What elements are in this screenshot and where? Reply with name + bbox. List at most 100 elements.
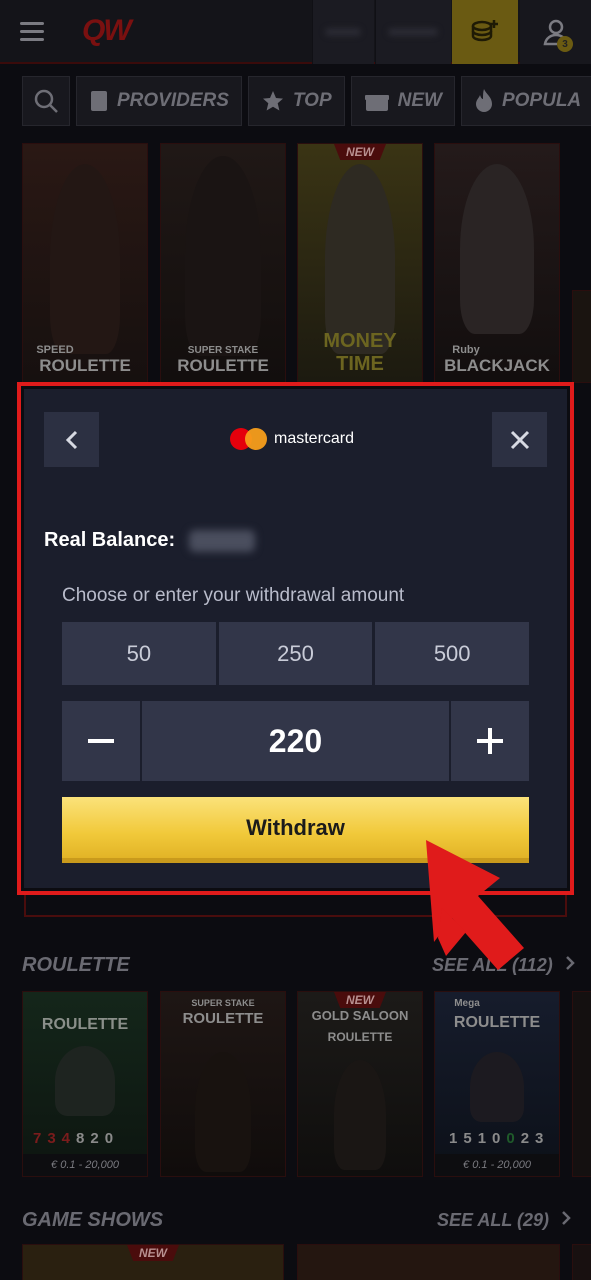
new-tag: NEW — [334, 144, 386, 160]
tab-label: PROVIDERS — [117, 90, 229, 111]
balance-amount-blurred — [375, 0, 451, 64]
tile-title: ROULETTE — [41, 1016, 129, 1033]
game-title: ROULETTE — [177, 356, 269, 375]
coins-icon — [471, 20, 498, 42]
bet-range: € 0.1 - 20,000 — [23, 1154, 147, 1176]
bet-range: € 0.1 - 20,000 — [435, 1154, 559, 1176]
balance-label: Real Balance: — [44, 529, 176, 551]
top-bar: QW 3 — [0, 0, 591, 64]
menu-icon[interactable] — [0, 0, 64, 63]
withdraw-modal: mastercard Real Balance: Choose or enter… — [24, 389, 567, 888]
game-sublabel: SUPER STAKE — [187, 345, 259, 356]
number: 20 — [90, 1130, 120, 1147]
roulette-tile-partial[interactable] — [572, 991, 591, 1177]
tab-label: POPULA — [501, 90, 582, 111]
number: 34 — [47, 1130, 77, 1147]
tab-new[interactable]: NEW — [350, 76, 455, 126]
game-sublabel: SPEED — [36, 344, 74, 356]
star-icon — [262, 91, 283, 111]
preset-50-button[interactable]: 50 — [62, 622, 216, 685]
roulette-tile-speed[interactable]: ROULETTE 734820 € 0.1 - 20,000 — [22, 991, 148, 1177]
game-title: ROULETTE — [39, 356, 131, 375]
tab-top[interactable]: TOP — [247, 76, 345, 126]
gift-icon — [364, 95, 389, 111]
recent-numbers: 1510023 — [449, 1130, 549, 1147]
dealer-image — [470, 1052, 524, 1122]
game-sublabel: Ruby — [452, 344, 480, 356]
logo[interactable]: QW — [82, 14, 174, 50]
pointer-arrow-icon — [426, 840, 524, 970]
game-tile-money-time[interactable]: NEW MONEY TIME — [297, 143, 423, 383]
page: { "header": { "logo_text": "QW", "notifi… — [0, 0, 591, 1280]
chevron-right-icon — [562, 1211, 571, 1225]
plus-icon — [477, 728, 503, 754]
game-show-tile-partial[interactable] — [572, 1244, 591, 1280]
preset-amounts: 50 250 500 — [62, 622, 530, 685]
tab-providers[interactable]: PROVIDERS — [76, 76, 242, 126]
close-button[interactable] — [492, 412, 547, 467]
roulette-tile-mega[interactable]: Mega ROULETTE 1510023 € 0.1 - 20,000 — [434, 991, 560, 1177]
amount-input[interactable]: 220 — [142, 701, 449, 781]
game-show-tile[interactable] — [297, 1244, 560, 1280]
chevron-left-icon — [65, 430, 77, 449]
filter-tabs: PROVIDERS TOP NEW POPULA — [22, 76, 591, 126]
game-title: MONEY TIME — [323, 330, 397, 375]
tab-label: TOP — [292, 90, 332, 111]
number: 15 — [449, 1130, 478, 1147]
tile-title: GOLD SALOON — [311, 1008, 409, 1023]
dealer-image — [55, 1046, 115, 1116]
number: 8 — [76, 1130, 91, 1147]
new-tag: NEW — [127, 1245, 179, 1261]
amount-instructions: Choose or enter your withdrawal amount — [62, 585, 405, 606]
chevron-right-icon — [565, 956, 575, 970]
tile-title: ROULETTE — [453, 1014, 541, 1031]
dealer-image — [185, 156, 261, 356]
decrease-button[interactable] — [62, 701, 140, 781]
tile-sub: ROULETTE — [327, 1030, 393, 1044]
deposit-button[interactable] — [452, 0, 518, 64]
minus-icon — [88, 739, 114, 743]
book-icon — [91, 91, 107, 111]
see-all-game-shows-link[interactable]: SEE ALL (29) — [437, 1210, 572, 1231]
game-show-tile[interactable]: NEW — [22, 1244, 284, 1280]
mastercard-logo-icon — [230, 428, 268, 450]
tab-label: NEW — [397, 90, 442, 111]
game-tile-speed-roulette[interactable]: SPEED ROULETTE — [22, 143, 148, 383]
roulette-tile-gold-saloon[interactable]: NEW GOLD SALOON ROULETTE — [297, 991, 423, 1177]
tile-sub: Mega — [454, 998, 480, 1009]
preset-500-button[interactable]: 500 — [375, 622, 530, 685]
back-button[interactable] — [44, 412, 99, 467]
recent-numbers: 734820 — [33, 1130, 119, 1147]
number: 0 — [506, 1130, 521, 1147]
brand-name: mastercard — [274, 430, 355, 447]
tab-popular[interactable]: POPULA — [460, 76, 591, 126]
section-title-roulette: ROULETTE — [22, 954, 130, 976]
tile-title: ROULETTE — [182, 1010, 264, 1027]
game-tile-super-stake-roulette[interactable]: SUPER STAKE ROULETTE — [160, 143, 286, 383]
search-button[interactable] — [22, 76, 70, 126]
balance-row: Real Balance: — [44, 529, 256, 552]
account-button[interactable]: 3 — [520, 0, 591, 64]
increase-button[interactable] — [451, 701, 529, 781]
section-title-game-shows: GAME SHOWS — [22, 1209, 164, 1231]
see-all-label: SEE ALL (29) — [437, 1210, 550, 1230]
dealer-image — [195, 1052, 251, 1172]
dealer-image — [50, 164, 120, 354]
preset-250-button[interactable]: 250 — [218, 622, 373, 685]
number: 23 — [520, 1130, 550, 1147]
host-image — [325, 164, 395, 354]
notification-badge: 3 — [557, 36, 573, 52]
game-tile-partial[interactable] — [572, 290, 591, 383]
search-icon — [34, 89, 58, 113]
number: 10 — [477, 1130, 507, 1147]
payment-brand: mastercard — [230, 428, 354, 450]
roulette-tile-super-stake[interactable]: SUPER STAKE ROULETTE — [160, 991, 286, 1177]
tile-sub: SUPER STAKE — [191, 998, 255, 1008]
dealer-image — [334, 1060, 386, 1170]
new-tag: NEW — [334, 992, 386, 1008]
game-tile-ruby-blackjack[interactable]: Ruby BLACKJACK — [434, 143, 560, 383]
number: 7 — [33, 1130, 48, 1147]
game-title: BLACKJACK — [444, 356, 550, 375]
dealer-image — [460, 164, 534, 334]
balance-value-blurred — [189, 529, 256, 552]
